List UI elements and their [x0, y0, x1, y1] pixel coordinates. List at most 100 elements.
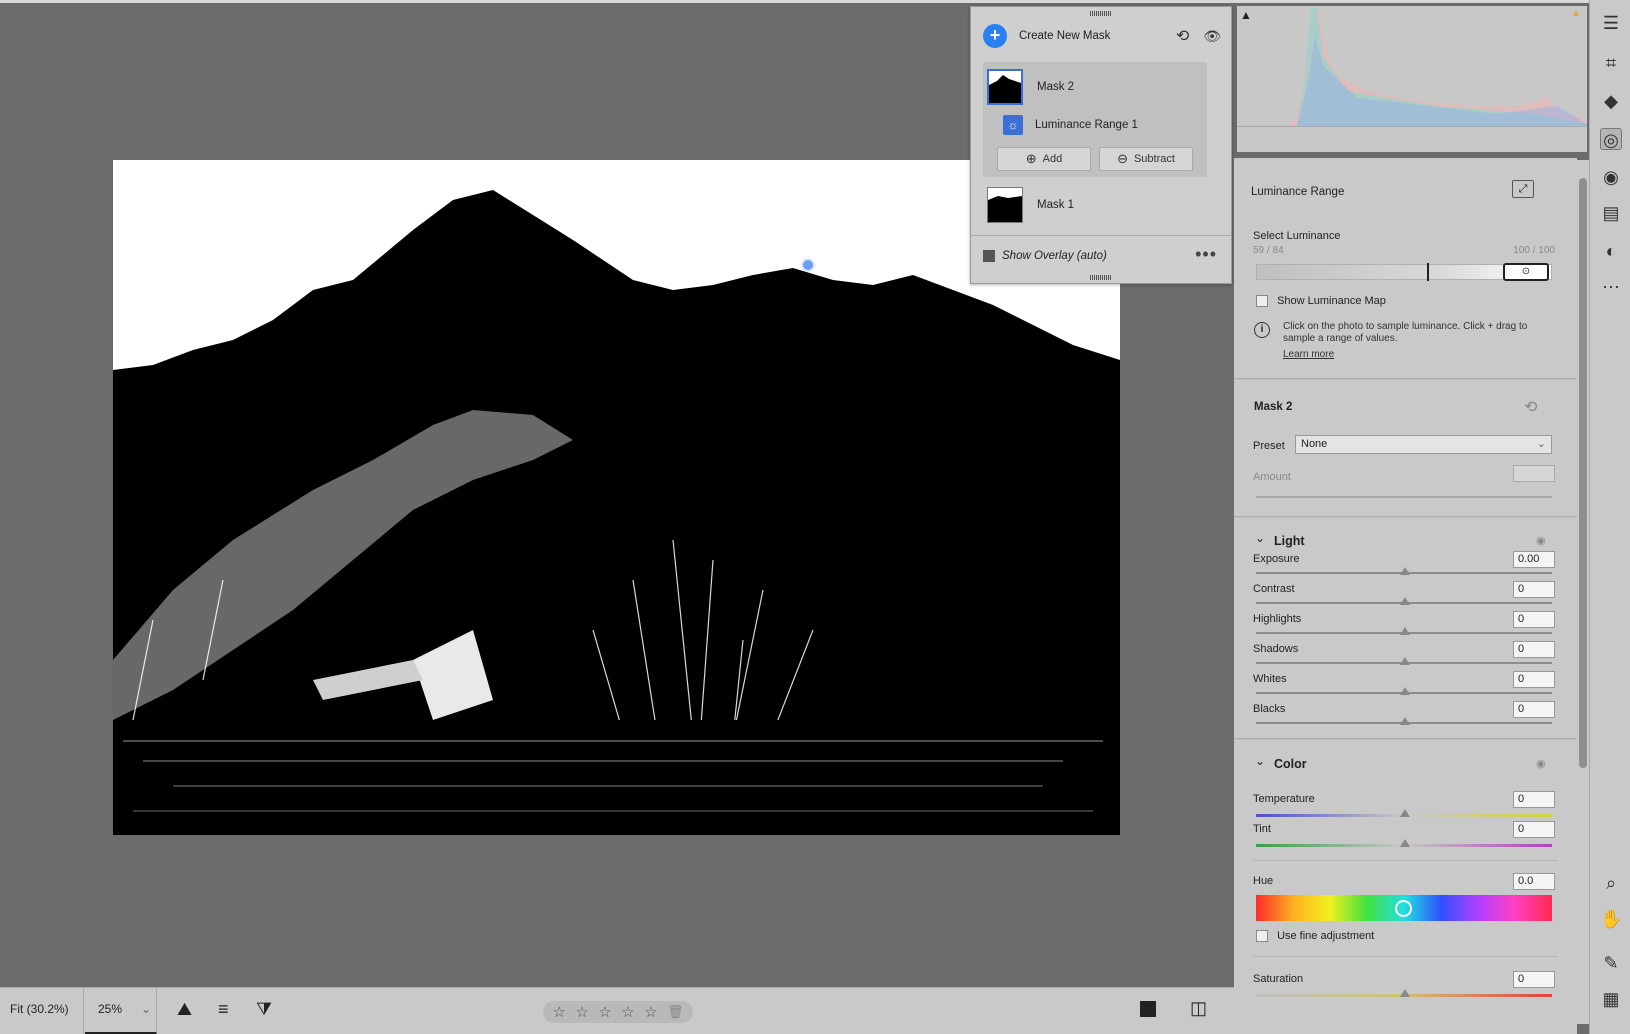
create-mask-button[interactable]: + — [983, 24, 1007, 48]
grid-icon[interactable]: ▦ — [1600, 988, 1622, 1010]
light-blacks-label: Blacks — [1253, 703, 1286, 715]
mask-item-luminance-range[interactable]: ☼ Luminance Range 1 — [1003, 115, 1138, 135]
sliders-icon[interactable]: ☰ — [1600, 12, 1622, 34]
reset-mask-icon[interactable]: ⟲ — [1524, 397, 1537, 417]
mask-icon[interactable]: ◎ — [1600, 128, 1622, 150]
light-blacks-knob[interactable] — [1400, 717, 1410, 725]
crop-icon[interactable]: ⌗ — [1600, 52, 1622, 74]
star-icon[interactable]: ☆ — [644, 1003, 657, 1021]
pin-marker[interactable] — [801, 258, 815, 272]
amount-value[interactable] — [1513, 465, 1555, 482]
before-after-icon[interactable]: ◫ — [1190, 998, 1207, 1019]
luminance-range-left: 59 / 84 — [1253, 245, 1284, 256]
trash-icon[interactable]: 🗑 — [667, 1004, 684, 1020]
chevron-down-icon: ⌄ — [141, 1002, 152, 1016]
rating-stars[interactable]: ☆ ☆ ☆ ☆ ☆ 🗑 — [543, 1001, 693, 1023]
light-highlights-value[interactable]: 0 — [1513, 611, 1555, 628]
mask2-label: Mask 2 — [1037, 81, 1075, 93]
hand-icon[interactable]: ✋ — [1600, 908, 1622, 930]
view-mode-icon[interactable] — [1140, 1001, 1156, 1017]
luminance-range-slider[interactable]: ⊙ — [1256, 263, 1552, 281]
zoom-icon[interactable]: ⌕ — [1600, 872, 1622, 894]
photo-mask-preview[interactable] — [113, 160, 1120, 835]
temperature-knob[interactable] — [1400, 809, 1410, 817]
show-luminance-map-checkbox[interactable] — [1256, 295, 1268, 308]
eraser-icon[interactable]: ◆ — [1600, 90, 1622, 112]
amount-slider[interactable] — [1256, 496, 1552, 498]
preset-label: Preset — [1253, 440, 1285, 452]
light-contrast-value[interactable]: 0 — [1513, 581, 1555, 598]
show-luminance-map-label: Show Luminance Map — [1277, 295, 1386, 307]
hue-value[interactable]: 0.0 — [1513, 873, 1555, 890]
luminance-feather-handle[interactable] — [1427, 263, 1429, 281]
section-divider — [1234, 738, 1577, 740]
light-exposure-value[interactable]: 0.00 — [1513, 551, 1555, 568]
saturation-knob[interactable] — [1400, 989, 1410, 997]
sort-icon[interactable]: ≡ — [218, 999, 229, 1020]
select-luminance-label: Select Luminance — [1253, 230, 1341, 242]
fine-adjust-label: Use fine adjustment — [1277, 930, 1375, 942]
show-luminance-map-row[interactable]: Show Luminance Map — [1256, 295, 1386, 308]
create-new-mask-label[interactable]: Create New Mask — [1019, 30, 1110, 42]
tint-value[interactable]: 0 — [1513, 821, 1555, 838]
reset-icon[interactable]: ⟲ — [1176, 26, 1189, 46]
star-icon[interactable]: ☆ — [621, 1003, 634, 1021]
add-button[interactable]: ⊕ Add — [997, 147, 1091, 171]
image-info-icon[interactable]: ⛰ — [177, 999, 192, 1020]
presets-icon[interactable]: ◐ — [1600, 240, 1622, 262]
luminance-range-handle[interactable]: ⊙ — [1503, 263, 1549, 281]
color-collapse-icon[interactable]: ⌄ — [1255, 754, 1265, 768]
more-icon[interactable]: ⋯ — [1600, 276, 1622, 298]
light-blacks-value[interactable]: 0 — [1513, 701, 1555, 718]
light-section-title[interactable]: Light — [1274, 534, 1305, 548]
light-shadows-value[interactable]: 0 — [1513, 641, 1555, 658]
tint-knob[interactable] — [1400, 839, 1410, 847]
scrollbar-thumb[interactable] — [1579, 178, 1587, 768]
highlight-clip-icon[interactable]: ▲ — [1571, 8, 1581, 19]
subtract-button[interactable]: ⊖ Subtract — [1099, 147, 1193, 171]
invert-icon[interactable]: ⤢ — [1512, 180, 1534, 198]
shadow-clip-icon[interactable]: ▲ — [1240, 8, 1252, 22]
edit-panel-scrollbar[interactable] — [1577, 160, 1589, 1024]
panel-grip-top[interactable] — [1090, 11, 1112, 16]
color-section-title[interactable]: Color — [1274, 757, 1307, 771]
light-collapse-icon[interactable]: ⌄ — [1255, 531, 1265, 545]
filter-icon[interactable]: ⧩ — [256, 999, 272, 1020]
light-exposure-knob[interactable] — [1400, 567, 1410, 575]
saturation-label: Saturation — [1253, 973, 1304, 985]
show-overlay-row[interactable]: Show Overlay (auto) — [983, 250, 1107, 262]
light-contrast-knob[interactable] — [1400, 597, 1410, 605]
learn-more-link[interactable]: Learn more — [1283, 349, 1334, 360]
panel-grip-bottom[interactable] — [1090, 275, 1112, 280]
color-eye-icon[interactable]: ◉ — [1536, 757, 1546, 770]
light-highlights-knob[interactable] — [1400, 627, 1410, 635]
light-shadows-knob[interactable] — [1400, 657, 1410, 665]
fine-adjust-checkbox[interactable] — [1256, 930, 1268, 943]
layers-icon[interactable]: ▤ — [1600, 202, 1622, 224]
preset-dropdown[interactable]: None ⌄ — [1295, 435, 1552, 454]
star-icon[interactable]: ☆ — [575, 1003, 588, 1021]
redeye-icon[interactable]: ◉ — [1600, 166, 1622, 188]
hue-label: Hue — [1253, 875, 1274, 887]
mask-item-mask2[interactable]: Mask 2 — [987, 69, 1074, 105]
eyedropper-icon[interactable]: ✎ — [1600, 952, 1622, 974]
star-icon[interactable]: ☆ — [598, 1003, 611, 1021]
light-whites-knob[interactable] — [1400, 687, 1410, 695]
masks-panel: + Create New Mask ⟲ 👁 Mask 2 ☼ Luminance… — [970, 6, 1232, 284]
zoom-dropdown[interactable]: 25% ⌄ — [85, 988, 157, 1034]
section-divider — [1234, 516, 1577, 518]
fit-zoom-button[interactable]: Fit (30.2%) — [0, 988, 84, 1034]
light-whites-value[interactable]: 0 — [1513, 671, 1555, 688]
light-eye-icon[interactable]: ◉ — [1536, 534, 1546, 547]
more-options-icon[interactable]: ••• — [1195, 244, 1217, 265]
eye-icon[interactable]: 👁 — [1203, 28, 1221, 45]
saturation-value[interactable]: 0 — [1513, 971, 1555, 988]
mask-item-mask1[interactable]: Mask 1 — [987, 187, 1074, 223]
fine-adjust-row[interactable]: Use fine adjustment — [1256, 930, 1375, 943]
light-shadows-label: Shadows — [1253, 643, 1299, 655]
divider — [971, 235, 1231, 236]
temperature-value[interactable]: 0 — [1513, 791, 1555, 808]
hue-knob[interactable] — [1395, 900, 1412, 917]
show-overlay-checkbox[interactable] — [983, 250, 995, 262]
star-icon[interactable]: ☆ — [552, 1003, 565, 1021]
